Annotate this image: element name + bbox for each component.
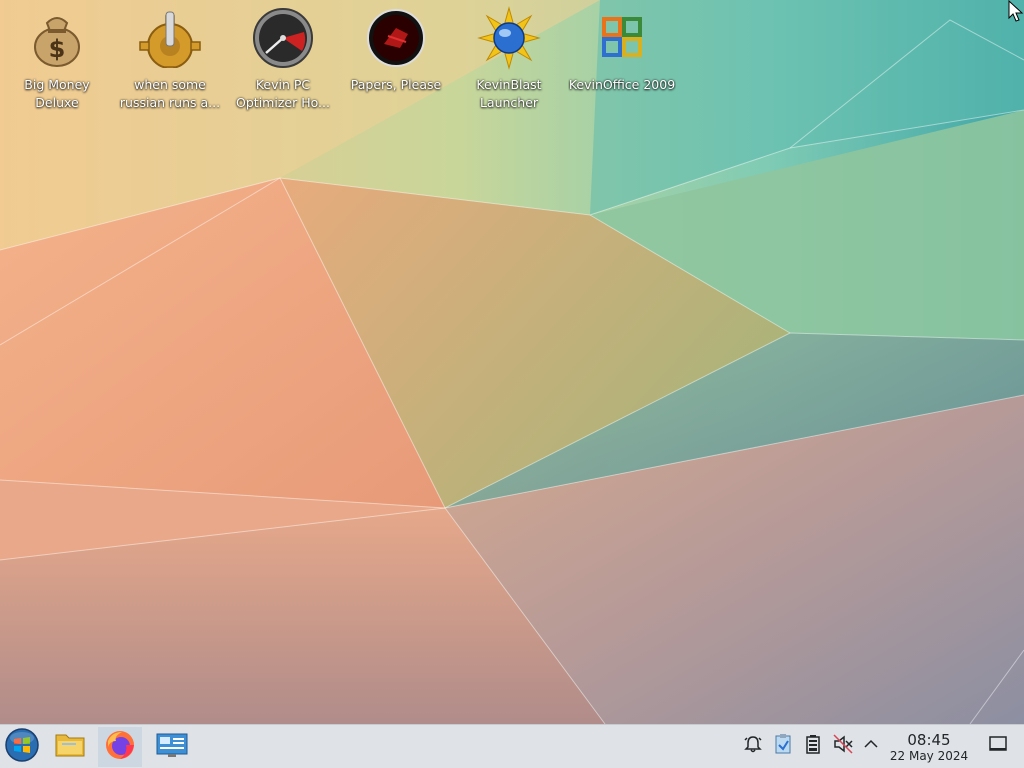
desktop-icon-label: KevinBlast Launcher [476, 77, 542, 110]
show-desktop-icon [988, 734, 1008, 758]
desktop-icon-kevin-pc-optimizer[interactable]: Kevin PC Optimizer Ho... [229, 6, 337, 118]
firefox-icon [104, 729, 136, 765]
desktop-icon-papers-please[interactable]: Papers, Please [342, 6, 450, 118]
firefox-taskbar-button[interactable] [98, 727, 142, 767]
desktop-icon-kevinoffice-2009[interactable]: KevinOffice 2009 [568, 6, 676, 118]
office-logo-icon [590, 6, 654, 70]
globe-starburst-icon [477, 6, 541, 70]
speedometer-icon [251, 6, 315, 70]
clipboard-icon [773, 733, 793, 759]
desktop-icon-big-money-deluxe[interactable]: $ Big Money Deluxe [3, 6, 111, 118]
money-bag-icon: $ [25, 6, 89, 70]
system-monitor-button[interactable] [150, 727, 194, 767]
desktop-icon-area: $ Big Money Deluxe when some russian run… [0, 0, 1024, 130]
expand-tray-button[interactable] [860, 735, 882, 757]
mouse-cursor-icon [1008, 0, 1024, 22]
expand-tray-icon [863, 736, 879, 756]
windows-orb-icon [5, 728, 39, 766]
gear-joystick-icon [138, 6, 202, 70]
battery-button[interactable] [802, 735, 824, 757]
desktop-icon-label: Big Money Deluxe [24, 77, 90, 110]
volume-button[interactable] [832, 734, 854, 758]
notifications-bell-icon [743, 734, 763, 758]
desktop-icon-label: when some russian runs a... [119, 77, 221, 110]
network-monitor-icon [155, 731, 189, 763]
desktop-icon-label: KevinOffice 2009 [568, 77, 676, 92]
svg-text:$: $ [49, 35, 66, 63]
papers-please-emblem-icon [364, 6, 428, 70]
battery-icon [804, 734, 822, 758]
clock-date: 22 May 2024 [889, 749, 969, 763]
clock-time: 08:45 [907, 731, 951, 749]
clipboard-button[interactable] [772, 733, 794, 759]
show-desktop-button[interactable] [987, 735, 1009, 757]
system-clock[interactable]: 08:45 22 May 2024 [884, 731, 974, 763]
desktop-icon-label: Papers, Please [350, 77, 442, 92]
desktop-icon-kevinblast-launcher[interactable]: KevinBlast Launcher [455, 6, 563, 118]
notifications-bell-button[interactable] [742, 735, 764, 757]
start-menu-button[interactable] [0, 727, 44, 767]
taskbar: 08:45 22 May 2024 [0, 724, 1024, 768]
volume-muted-icon [833, 734, 853, 758]
folder-icon [54, 731, 86, 763]
file-manager-button[interactable] [48, 727, 92, 767]
desktop-icon-russian-game[interactable]: when some russian runs a... [116, 6, 224, 118]
desktop-icon-label: Kevin PC Optimizer Ho... [236, 77, 330, 110]
